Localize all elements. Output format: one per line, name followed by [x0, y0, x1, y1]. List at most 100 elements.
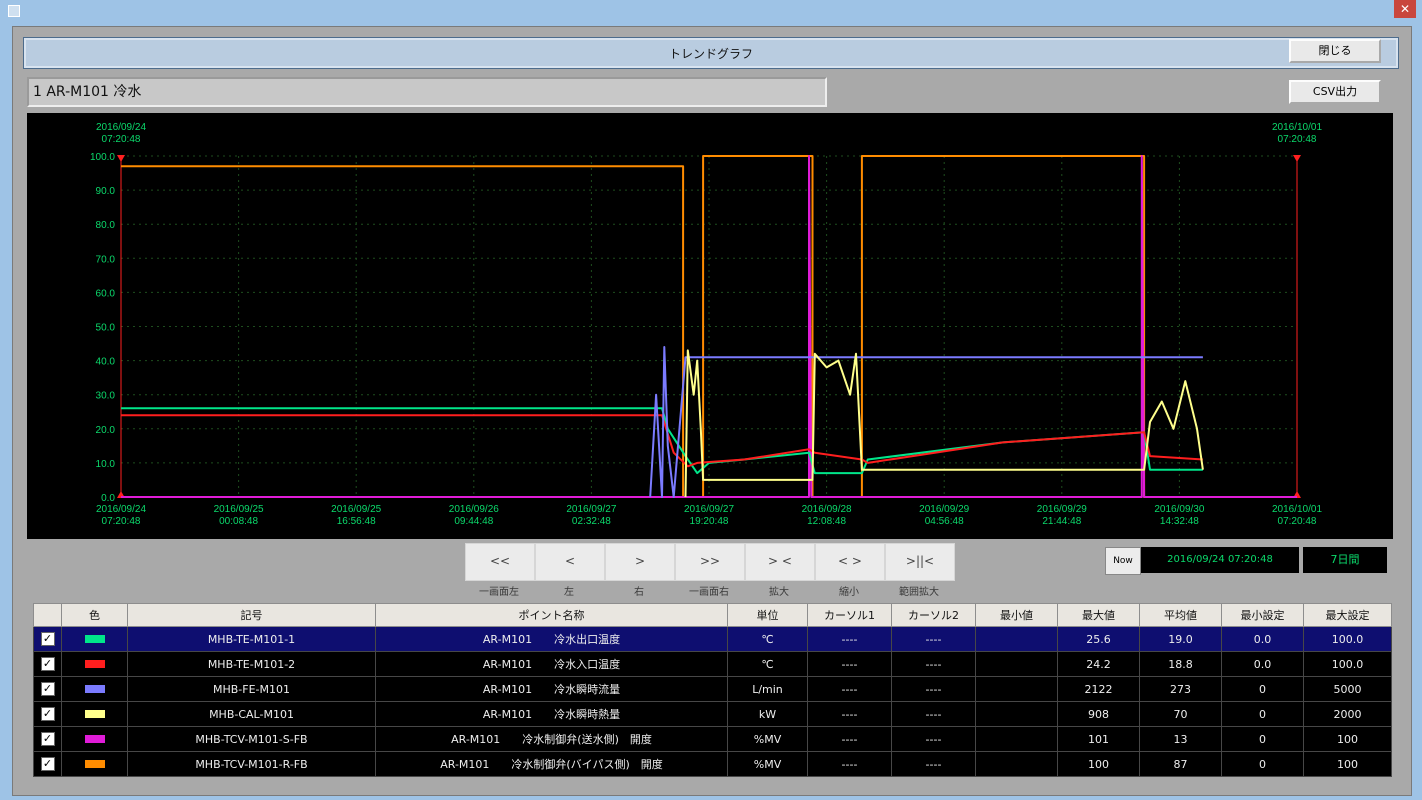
row-cursor2: ---- [891, 751, 976, 777]
row-cursor1: ---- [807, 626, 892, 652]
row-cursor2: ---- [891, 651, 976, 677]
page-left-label: 一画面左 [479, 587, 519, 598]
x-tick-date: 2016/09/27 [684, 504, 734, 515]
time-range-display[interactable]: 7日間 [1303, 547, 1387, 573]
left-button[interactable]: < [535, 543, 605, 581]
table-row[interactable]: ✓ MHB-TCV-M101-S-FB AR-M101 冷水制御弁(送水側) 開度%… [33, 726, 1392, 752]
header-max: 最大値 [1057, 603, 1140, 627]
row-avg: 18.8 [1139, 651, 1222, 677]
series-checkbox[interactable]: ✓ [40, 632, 55, 646]
y-tick-label: 80.0 [96, 220, 116, 231]
row-unit: ℃ [727, 626, 808, 652]
row-max: 100 [1057, 751, 1140, 777]
row-min [975, 701, 1058, 727]
cursor1-time: 07:20:48 [102, 134, 141, 145]
row-max: 2122 [1057, 676, 1140, 702]
table-row[interactable]: ✓ MHB-CAL-M101 AR-M101 冷水瞬時熱量 kW ---- ---- 908… [33, 701, 1392, 727]
header-color: 色 [61, 603, 128, 627]
zoom-in-label: 拡大 [769, 587, 789, 598]
x-tick-time: 19:20:48 [690, 516, 729, 527]
row-max-setting: 100 [1303, 726, 1392, 752]
y-tick-label: 0.0 [101, 493, 115, 504]
series-checkbox[interactable]: ✓ [40, 682, 55, 696]
window-close-icon[interactable]: ✕ [1394, 0, 1416, 18]
row-point-name: AR-M101 冷水瞬時流量 [375, 676, 728, 702]
x-tick-time: 04:56:48 [925, 516, 964, 527]
row-cursor2: ---- [891, 676, 976, 702]
header-max-setting: 最大設定 [1303, 603, 1392, 627]
table-row[interactable]: ✓ MHB-TE-M101-1 AR-M101 冷水出口温度 ℃ ---- ---- 25.… [33, 626, 1392, 652]
right-button[interactable]: > [605, 543, 675, 581]
row-checkbox-cell[interactable]: ✓ [33, 701, 62, 727]
page-right-button[interactable]: >> [675, 543, 745, 581]
header-point-name: ポイント名称 [375, 603, 728, 627]
row-avg: 273 [1139, 676, 1222, 702]
now-button[interactable]: Now [1105, 547, 1141, 575]
trend-chart[interactable]: 100.0 90.0 80.0 70.0 60.0 50.0 40.0 30.0 20.0 10.… [27, 113, 1393, 539]
table-row[interactable]: ✓ MHB-TCV-M101-R-FB AR-M101 冷水制御弁(バイパス側) 開… [33, 751, 1392, 777]
x-tick-date: 2016/09/26 [449, 504, 499, 515]
row-checkbox-cell[interactable]: ✓ [33, 751, 62, 777]
row-unit: kW [727, 701, 808, 727]
table-row[interactable]: ✓ MHB-TE-M101-2 AR-M101 冷水入口温度 ℃ ---- ---- 24.… [33, 651, 1392, 677]
x-tick-time: 09:44:48 [454, 516, 493, 527]
row-checkbox-cell[interactable]: ✓ [33, 726, 62, 752]
row-min [975, 751, 1058, 777]
trend-chart-svg: 100.0 90.0 80.0 70.0 60.0 50.0 40.0 30.0 20.0 10.… [90, 122, 1322, 527]
csv-export-button[interactable]: CSV出力 [1289, 80, 1381, 104]
x-tick-date: 2016/09/30 [1154, 504, 1204, 515]
row-max-setting: 5000 [1303, 676, 1392, 702]
row-unit: L/min [727, 676, 808, 702]
header-min: 最小値 [975, 603, 1058, 627]
row-min [975, 651, 1058, 677]
header-min-setting: 最小設定 [1221, 603, 1304, 627]
row-min-setting: 0 [1221, 751, 1304, 777]
x-tick-time: 02:32:48 [572, 516, 611, 527]
series-checkbox[interactable]: ✓ [40, 707, 55, 721]
zoom-out-button[interactable]: < > [815, 543, 885, 581]
row-code: MHB-FE-M101 [127, 676, 376, 702]
table-row[interactable]: ✓ MHB-FE-M101 AR-M101 冷水瞬時流量 L/min ---- ---- 2… [33, 676, 1392, 702]
x-tick-time: 07:20:48 [102, 516, 141, 527]
row-checkbox-cell[interactable]: ✓ [33, 676, 62, 702]
header-unit: 単位 [727, 603, 808, 627]
row-min-setting: 0.0 [1221, 626, 1304, 652]
close-button[interactable]: 閉じる [1289, 39, 1381, 63]
zoom-in-button[interactable]: > < [745, 543, 815, 581]
x-tick-date: 2016/09/27 [566, 504, 616, 515]
row-cursor2: ---- [891, 701, 976, 727]
x-tick-time: 21:44:48 [1042, 516, 1081, 527]
row-cursor1: ---- [807, 726, 892, 752]
series-checkbox[interactable]: ✓ [40, 757, 55, 771]
x-tick-date: 2016/09/29 [1037, 504, 1087, 515]
y-tick-label: 90.0 [96, 186, 116, 197]
series-checkbox[interactable]: ✓ [40, 657, 55, 671]
row-checkbox-cell[interactable]: ✓ [33, 651, 62, 677]
row-min-setting: 0 [1221, 676, 1304, 702]
trend-window: トレンドグラフ 閉じる 1 AR-M101 冷水 CSV出力 100.0 90.0… [12, 26, 1412, 796]
row-cursor1: ---- [807, 676, 892, 702]
row-color-cell [61, 751, 128, 777]
left-label: 左 [564, 587, 574, 598]
row-unit: %MV [727, 726, 808, 752]
row-cursor1: ---- [807, 751, 892, 777]
row-cursor1: ---- [807, 701, 892, 727]
row-code: MHB-TE-M101-1 [127, 626, 376, 652]
app-icon [8, 5, 20, 17]
x-tick-time: 14:32:48 [1160, 516, 1199, 527]
y-tick-label: 60.0 [96, 288, 116, 299]
row-min [975, 626, 1058, 652]
row-color-cell [61, 676, 128, 702]
page-left-button[interactable]: << [465, 543, 535, 581]
range-zoom-button[interactable]: >||< [885, 543, 955, 581]
header-code: 記号 [127, 603, 376, 627]
row-max: 24.2 [1057, 651, 1140, 677]
row-min-setting: 0.0 [1221, 651, 1304, 677]
row-code: MHB-TCV-M101-R-FB [127, 751, 376, 777]
row-code: MHB-CAL-M101 [127, 701, 376, 727]
row-point-name: AR-M101 冷水制御弁(バイパス側) 開度 [375, 751, 728, 777]
row-checkbox-cell[interactable]: ✓ [33, 626, 62, 652]
y-tick-label: 40.0 [96, 357, 116, 368]
series-table: 色 記号 ポイント名称 単位 カーソル1 カーソル2 最小値 最大値 平均値 最… [33, 603, 1392, 777]
series-checkbox[interactable]: ✓ [40, 732, 55, 746]
